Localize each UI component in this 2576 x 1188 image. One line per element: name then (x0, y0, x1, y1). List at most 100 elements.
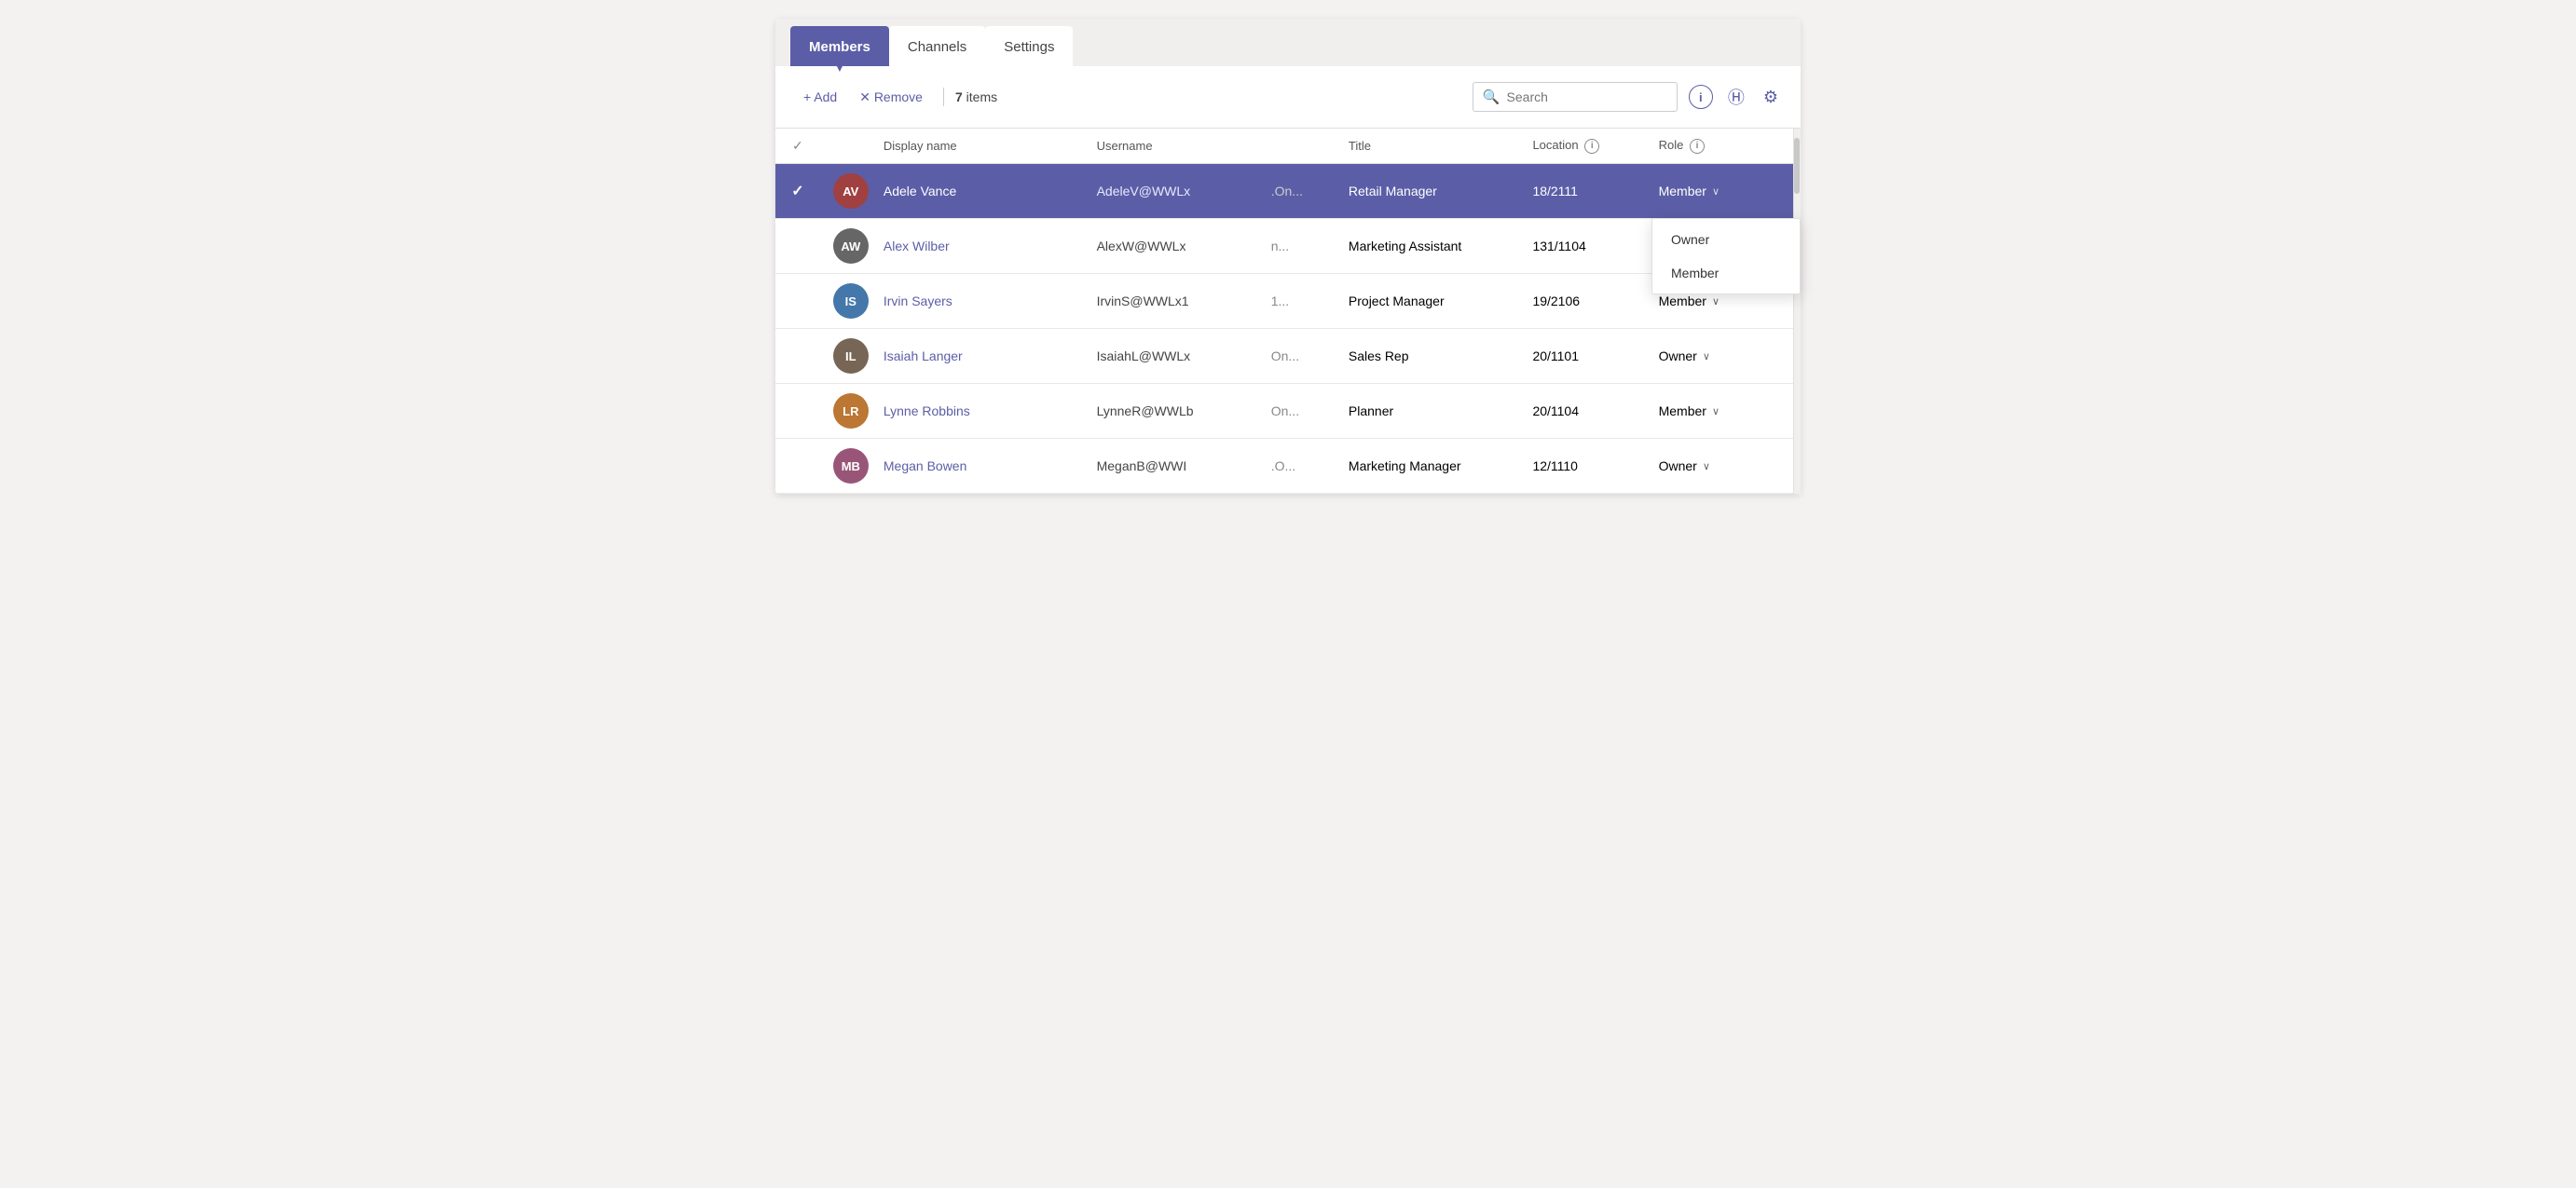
username-cell: IsaiahL@WWLx (1084, 329, 1258, 384)
username-cell: IrvinS@WWLx1 (1084, 274, 1258, 329)
role-cell[interactable]: Owner ∨ (1646, 439, 1801, 494)
tabs-container: Members Channels Settings (775, 19, 1801, 66)
location-cell: 131/1104 (1519, 219, 1645, 274)
row-check[interactable] (775, 439, 820, 494)
display-name-cell[interactable]: Megan Bowen (870, 439, 1084, 494)
role-dropdown-trigger[interactable]: Owner ∨ (1659, 348, 1788, 363)
username-suffix-cell: On... (1258, 329, 1336, 384)
table-header-row: ✓ Display name Username Title Location i… (775, 129, 1801, 164)
toolbar: + Add ✕ Remove 7 items 🔍 i Ⓗ ⚙ (775, 66, 1801, 129)
dropdown-option[interactable]: Owner (1652, 223, 1800, 256)
header-on (1258, 129, 1336, 164)
avatar: LR (833, 393, 869, 429)
table-row: AWAlex WilberAlexW@WWLxn...Marketing Ass… (775, 219, 1801, 274)
title-cell: Sales Rep (1336, 329, 1520, 384)
tab-settings[interactable]: Settings (985, 26, 1073, 66)
search-box: 🔍 (1473, 82, 1678, 112)
toolbar-left: + Add ✕ Remove 7 items (794, 84, 1473, 111)
row-check[interactable] (775, 274, 820, 329)
toolbar-divider (943, 88, 944, 106)
role-dropdown-trigger[interactable]: Member ∨ (1659, 294, 1788, 308)
role-dropdown-trigger[interactable]: Member ∨ (1659, 184, 1788, 198)
row-avatar-cell: LR (820, 384, 870, 439)
location-cell: 18/2111 (1519, 164, 1645, 219)
username-suffix-cell: n... (1258, 219, 1336, 274)
row-check[interactable] (775, 329, 820, 384)
info-button[interactable]: i (1689, 85, 1713, 109)
chevron-down-icon: ∨ (1712, 185, 1720, 198)
username-suffix-cell: .On... (1258, 164, 1336, 219)
header-display-name: Display name (870, 129, 1084, 164)
header-title: Title (1336, 129, 1520, 164)
check-all-icon: ✓ (792, 138, 803, 153)
tab-bar: Members Channels Settings (775, 26, 1801, 66)
role-dropdown-trigger[interactable]: Owner ∨ (1659, 458, 1788, 473)
display-name-cell[interactable]: Alex Wilber (870, 219, 1084, 274)
username-cell: LynneR@WWLb (1084, 384, 1258, 439)
scrollbar[interactable] (1793, 129, 1801, 494)
table-row: ISIrvin SayersIrvinS@WWLx11...Project Ma… (775, 274, 1801, 329)
display-name-cell[interactable]: Lynne Robbins (870, 384, 1084, 439)
username-suffix-cell: On... (1258, 384, 1336, 439)
title-cell: Marketing Assistant (1336, 219, 1520, 274)
chevron-down-icon: ∨ (1712, 295, 1720, 307)
members-table: ✓ Display name Username Title Location i… (775, 129, 1801, 494)
header-check[interactable]: ✓ (775, 129, 820, 164)
table-row: MBMegan BowenMeganB@WWI.O...Marketing Ma… (775, 439, 1801, 494)
row-check[interactable] (775, 219, 820, 274)
role-label: Member (1659, 403, 1706, 418)
location-cell: 12/1110 (1519, 439, 1645, 494)
username-cell: AdeleV@WWLx (1084, 164, 1258, 219)
role-cell[interactable]: Member ∨ (1646, 384, 1801, 439)
main-card: Members Channels Settings + Add ✕ Remove… (775, 19, 1801, 494)
row-avatar-cell: IL (820, 329, 870, 384)
role-cell[interactable]: Member ∨OwnerMember (1646, 164, 1801, 219)
tab-channels[interactable]: Channels (889, 26, 985, 66)
row-avatar-cell: IS (820, 274, 870, 329)
title-cell: Project Manager (1336, 274, 1520, 329)
role-info-icon[interactable]: i (1690, 139, 1705, 154)
search-input[interactable] (1507, 89, 1667, 104)
header-role: Role i (1646, 129, 1801, 164)
table-row: LRLynne RobbinsLynneR@WWLbOn...Planner20… (775, 384, 1801, 439)
chevron-down-icon: ∨ (1703, 350, 1710, 362)
avatar: IS (833, 283, 869, 319)
filter-button[interactable]: Ⓗ (1724, 81, 1748, 113)
item-count: 7 items (955, 89, 997, 104)
info-icon: i (1699, 90, 1703, 104)
location-cell: 20/1101 (1519, 329, 1645, 384)
settings-button[interactable]: ⚙ (1760, 84, 1782, 111)
location-info-icon[interactable]: i (1584, 139, 1599, 154)
display-name-cell[interactable]: Adele Vance (870, 164, 1084, 219)
toolbar-right: 🔍 i Ⓗ ⚙ (1473, 81, 1782, 113)
filter-icon: Ⓗ (1728, 85, 1745, 109)
role-dropdown-trigger[interactable]: Member ∨ (1659, 403, 1788, 418)
row-check[interactable]: ✓ (775, 164, 820, 219)
search-icon: 🔍 (1483, 89, 1500, 105)
scrollbar-thumb (1794, 138, 1800, 194)
row-check[interactable] (775, 384, 820, 439)
row-avatar-cell: AV (820, 164, 870, 219)
row-avatar-cell: AW (820, 219, 870, 274)
display-name-cell[interactable]: Irvin Sayers (870, 274, 1084, 329)
username-suffix-cell: 1... (1258, 274, 1336, 329)
header-location: Location i (1519, 129, 1645, 164)
display-name-cell[interactable]: Isaiah Langer (870, 329, 1084, 384)
avatar: AW (833, 228, 869, 264)
role-label: Member (1659, 294, 1706, 308)
header-username: Username (1084, 129, 1258, 164)
avatar: MB (833, 448, 869, 484)
role-dropdown-menu[interactable]: OwnerMember (1651, 218, 1801, 294)
username-suffix-cell: .O... (1258, 439, 1336, 494)
role-cell[interactable]: Owner ∨ (1646, 329, 1801, 384)
table-row: ✓AVAdele VanceAdeleV@WWLx.On...Retail Ma… (775, 164, 1801, 219)
tab-members[interactable]: Members (790, 26, 889, 66)
remove-button[interactable]: ✕ Remove (850, 84, 932, 111)
table-body: ✓AVAdele VanceAdeleV@WWLx.On...Retail Ma… (775, 164, 1801, 494)
dropdown-option[interactable]: Member (1652, 256, 1800, 290)
location-cell: 19/2106 (1519, 274, 1645, 329)
title-cell: Retail Manager (1336, 164, 1520, 219)
add-button[interactable]: + Add (794, 84, 846, 110)
username-cell: MeganB@WWI (1084, 439, 1258, 494)
row-avatar-cell: MB (820, 439, 870, 494)
